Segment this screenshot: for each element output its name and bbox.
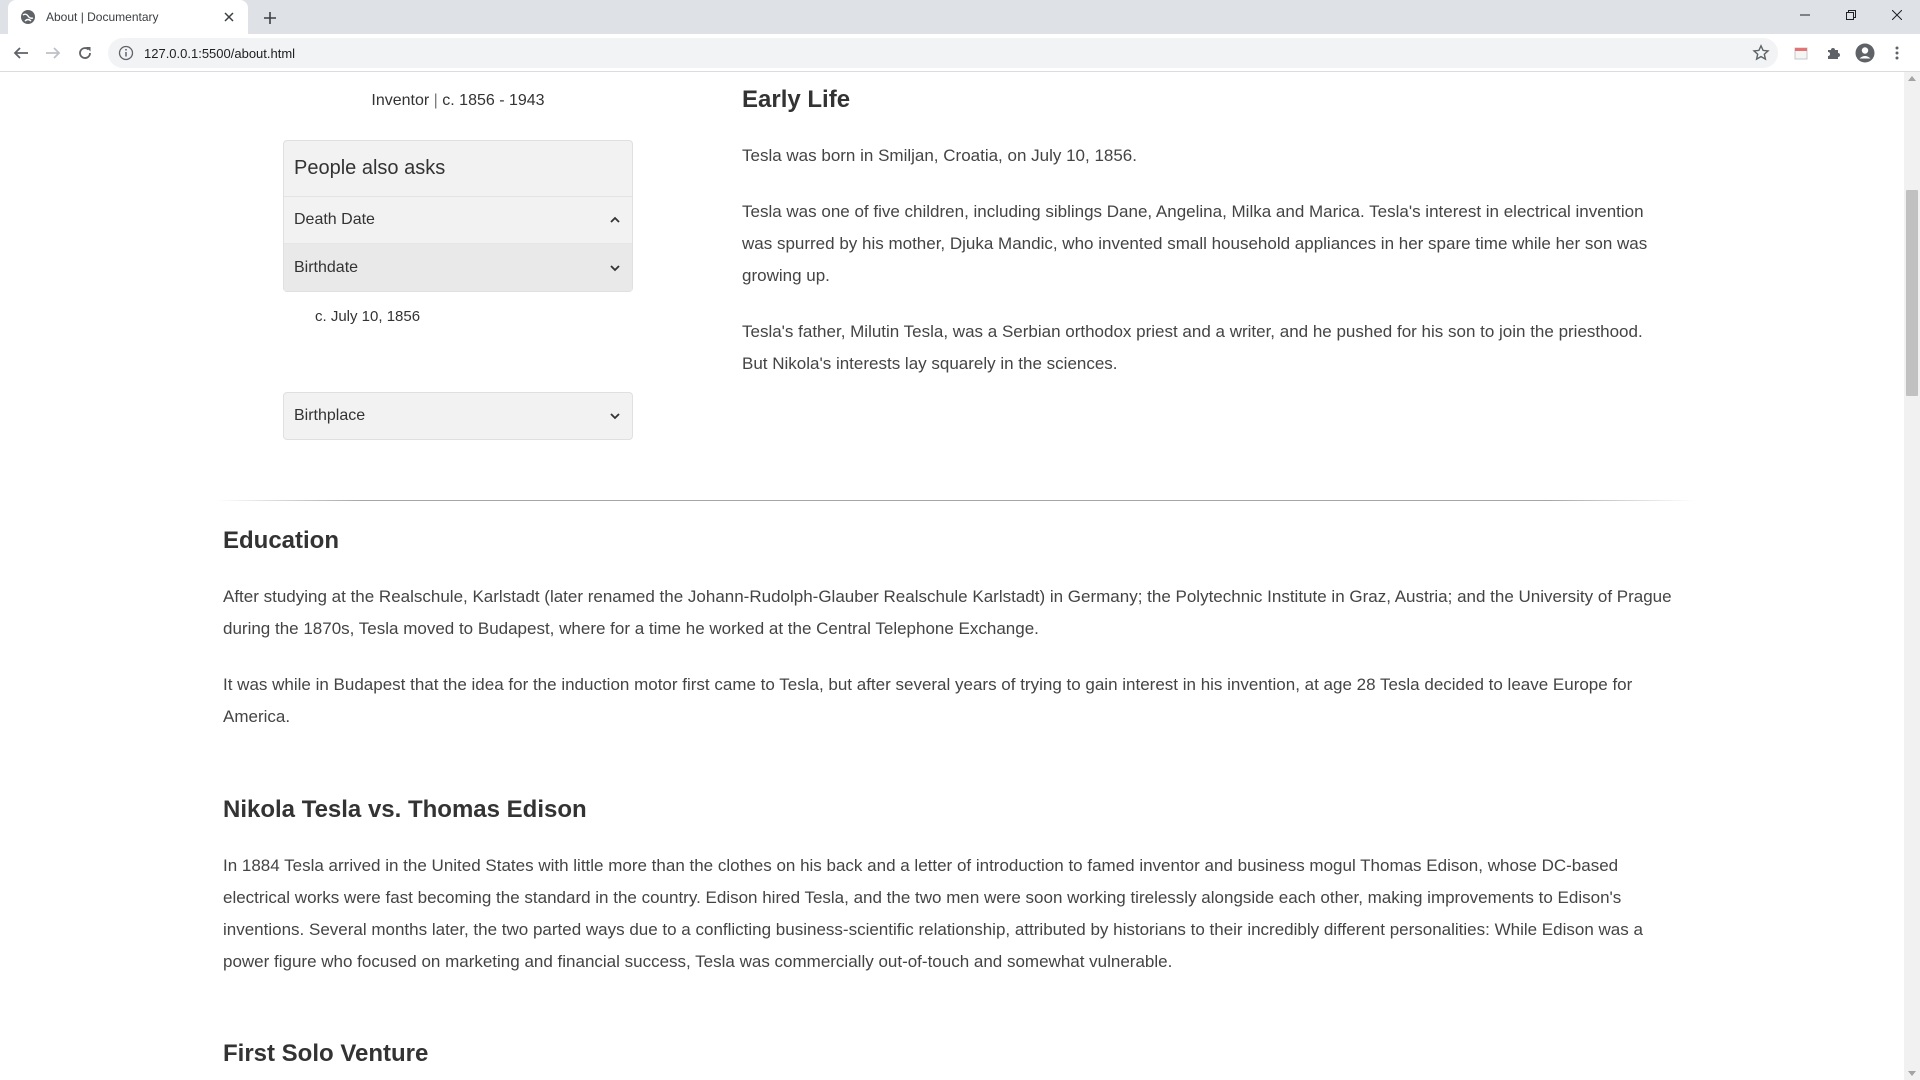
tesla-vs-edison-heading: Nikola Tesla vs. Thomas Edison — [223, 796, 587, 823]
scrollbar-thumb[interactable] — [1906, 190, 1918, 396]
kebab-menu-icon[interactable] — [1887, 43, 1907, 63]
browser-toolbar: 127.0.0.1:5500/about.html — [0, 34, 1920, 72]
window-close-icon[interactable] — [1874, 0, 1920, 30]
accordion-item-birthdate[interactable]: Birthdate — [284, 244, 632, 291]
education-paragraph: It was while in Budapest that the idea f… — [223, 675, 1633, 726]
education-paragraph: After studying at the Realschule, Karlst… — [223, 587, 1672, 638]
accordion-item-death-date[interactable]: Death Date — [284, 197, 632, 244]
tesla-vs-edison-paragraph: In 1884 Tesla arrived in the United Stat… — [223, 856, 1643, 971]
info-icon[interactable] — [118, 45, 134, 61]
tab-title: About | Documentary — [46, 10, 159, 24]
accordion-item-label: Birthdate — [294, 258, 359, 276]
star-icon[interactable] — [1752, 44, 1770, 62]
role-and-years: Inventor | c. 1856 - 1943 — [283, 92, 633, 110]
plus-icon[interactable] — [258, 6, 282, 30]
accordion-item-birthplace[interactable]: Birthplace — [283, 392, 633, 440]
education-heading: Education — [223, 527, 340, 554]
globe-icon — [20, 9, 36, 25]
accordion-item-label: Birthplace — [294, 407, 366, 424]
browser-tab-strip: About | Documentary — [0, 0, 1920, 34]
url-text: 127.0.0.1:5500/about.html — [144, 45, 296, 61]
early-life-paragraph: Tesla was one of five children, includin… — [742, 202, 1648, 285]
puzzle-icon[interactable] — [1823, 43, 1843, 63]
minimize-icon[interactable] — [1782, 0, 1828, 30]
chevron-down-icon — [608, 261, 622, 275]
chevron-down-icon — [608, 409, 622, 423]
scroll-up-arrow-icon[interactable] — [1908, 76, 1916, 81]
early-life-paragraph: Tesla was born in Smiljan, Croatia, on J… — [742, 146, 1137, 165]
window-controls — [1782, 0, 1920, 30]
restore-icon[interactable] — [1828, 0, 1874, 30]
chevron-up-icon — [608, 213, 622, 227]
browser-tab[interactable]: About | Documentary — [8, 0, 248, 34]
tesla-vs-edison-section: Nikola Tesla vs. Thomas Edison In 1884 T… — [223, 796, 1673, 1002]
accordion-title: People also asks — [284, 141, 632, 197]
early-life-paragraph: Tesla's father, Milutin Tesla, was a Ser… — [742, 322, 1643, 373]
close-icon[interactable] — [220, 8, 238, 26]
years-text: c. 1856 - 1943 — [442, 92, 545, 109]
reload-icon[interactable] — [73, 41, 97, 65]
people-also-ask-accordion: People also asks Death Date Birthdate — [283, 140, 633, 292]
page-viewport: Inventor | c. 1856 - 1943 People also as… — [0, 72, 1904, 1080]
profile-icon[interactable] — [1855, 43, 1875, 63]
accordion-item-label: Death Date — [294, 211, 375, 228]
forward-arrow-icon[interactable] — [41, 41, 65, 65]
vertical-scrollbar[interactable] — [1904, 72, 1920, 1080]
early-life-heading: Early Life — [742, 86, 851, 113]
extension-icon[interactable] — [1791, 43, 1811, 63]
section-divider — [215, 500, 1695, 501]
early-life-body: Tesla was born in Smiljan, Croatia, on J… — [742, 140, 1672, 404]
first-solo-venture-heading: First Solo Venture — [223, 1040, 429, 1067]
first-solo-venture-section: First Solo Venture — [223, 1040, 1673, 1080]
birthdate-answer: c. July 10, 1856 — [315, 308, 421, 325]
role-text: Inventor — [371, 92, 430, 109]
scroll-down-arrow-icon[interactable] — [1908, 1071, 1916, 1076]
education-section: Education After studying at the Realschu… — [223, 527, 1673, 757]
role-separator: | — [433, 92, 438, 109]
address-bar[interactable]: 127.0.0.1:5500/about.html — [108, 38, 1778, 68]
back-arrow-icon[interactable] — [9, 41, 33, 65]
